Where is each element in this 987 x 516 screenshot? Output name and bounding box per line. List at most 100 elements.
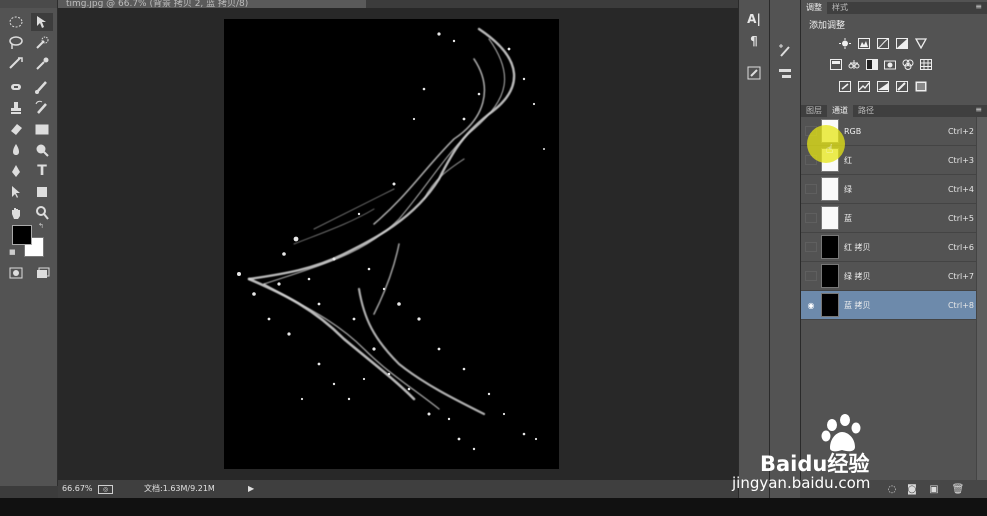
eyedropper-tool-icon[interactable] [31, 55, 53, 73]
splash-droplets [237, 32, 545, 451]
vibrance-icon[interactable] [915, 38, 927, 49]
document-tab[interactable]: timg.jpg @ 66.7% (背景 拷贝 2, 蓝 拷贝/8) [58, 0, 366, 8]
tool-presets-icon[interactable] [744, 63, 764, 83]
screen-mode-icon[interactable] [31, 264, 53, 282]
channel-shortcut: Ctrl+7 [947, 271, 974, 281]
move-tool-icon[interactable] [31, 13, 53, 31]
eraser-tool-icon[interactable] [5, 120, 27, 138]
channel-name: 绿 拷贝 [844, 271, 871, 281]
channel-mixer-icon[interactable] [902, 59, 914, 70]
baidu-watermark: Baidu经验 jingyan.baidu.com [732, 414, 985, 494]
hue-saturation-icon[interactable] [830, 59, 842, 70]
hand-tool-icon[interactable] [5, 204, 27, 222]
channels-menu-icon[interactable]: ≡ [975, 105, 982, 114]
levels-icon[interactable] [858, 38, 870, 49]
blur-tool-icon[interactable] [5, 141, 27, 159]
visibility-eye-icon[interactable] [805, 242, 817, 252]
add-adjustment-heading: 添加调整 [809, 21, 846, 31]
channel-name: RGB [844, 126, 862, 136]
channel-thumbnail [821, 177, 839, 201]
channel-name: 绿 [844, 184, 852, 194]
default-colors-icon[interactable]: ■ [9, 248, 16, 256]
swap-colors-icon[interactable]: ↰ [38, 222, 44, 230]
tools-panel: T ■ ↰ [0, 0, 58, 486]
channel-row[interactable]: ◉ 蓝 拷贝 Ctrl+8 [801, 291, 976, 320]
channel-thumbnail [821, 206, 839, 230]
tab-layers[interactable]: 图层 [801, 105, 827, 117]
pen-tool-icon[interactable] [5, 162, 27, 180]
brush-preset-icon[interactable] [775, 41, 795, 61]
path-select-tool-icon[interactable] [5, 183, 27, 201]
type-tool-icon[interactable]: T [31, 162, 53, 180]
visibility-eye-icon[interactable] [805, 271, 817, 281]
photo-filter-icon[interactable] [884, 59, 896, 70]
exposure-icon[interactable] [896, 38, 908, 49]
selective-color-icon[interactable] [915, 81, 927, 92]
gradient-map-icon[interactable] [896, 81, 908, 92]
channel-shortcut: Ctrl+8 [947, 300, 974, 310]
visibility-eye-icon[interactable]: ◉ [805, 300, 817, 310]
tab-styles[interactable]: 样式 [827, 2, 853, 14]
quick-mask-icon[interactable] [5, 264, 27, 282]
channel-row[interactable]: 蓝 Ctrl+5 [801, 204, 976, 233]
posterize-icon[interactable] [858, 81, 870, 92]
crop-tool-icon[interactable] [5, 55, 27, 73]
channel-name: 红 拷贝 [844, 242, 871, 252]
taskbar-strip [0, 498, 987, 516]
status-menu-arrow-icon[interactable]: ▶ [248, 480, 254, 498]
tab-channels[interactable]: 通道 [827, 105, 853, 117]
visibility-eye-icon[interactable] [805, 184, 817, 194]
watermark-url: jingyan.baidu.com [732, 474, 871, 492]
channel-shortcut: Ctrl+3 [947, 155, 974, 165]
channel-row[interactable]: 绿 Ctrl+4 [801, 175, 976, 204]
channel-shortcut: Ctrl+2 [947, 126, 974, 136]
channel-shortcut: Ctrl+4 [947, 184, 974, 194]
dodge-tool-icon[interactable] [31, 141, 53, 159]
invert-icon[interactable] [839, 81, 851, 92]
channel-row[interactable]: 红 拷贝 Ctrl+6 [801, 233, 976, 262]
color-balance-icon[interactable] [848, 59, 860, 70]
threshold-icon[interactable] [877, 81, 889, 92]
tab-paths[interactable]: 路径 [853, 105, 879, 117]
channel-name: 红 [844, 155, 852, 165]
clone-source-icon[interactable] [775, 63, 795, 83]
character-panel-icon[interactable]: A| [744, 9, 764, 29]
channel-row[interactable]: 绿 拷贝 Ctrl+7 [801, 262, 976, 291]
channel-shortcut: Ctrl+5 [947, 213, 974, 223]
hand-cursor-icon: ☝ [826, 142, 834, 156]
channel-name: 蓝 拷贝 [844, 300, 871, 310]
brightness-contrast-icon[interactable] [839, 38, 851, 49]
zoom-level[interactable]: 66.67% [62, 480, 93, 498]
water-splash-image [237, 27, 545, 451]
clone-stamp-tool-icon[interactable] [5, 99, 27, 117]
channel-thumbnail [821, 235, 839, 259]
healing-brush-tool-icon[interactable] [5, 78, 27, 96]
gradient-tool-icon[interactable] [31, 120, 53, 138]
toolbar-grip[interactable] [0, 0, 57, 8]
brush-tool-icon[interactable] [31, 78, 53, 96]
paragraph-panel-icon[interactable]: ¶ [744, 31, 764, 51]
channel-thumbnail [821, 293, 839, 317]
channel-thumbnail [821, 264, 839, 288]
channel-name: 蓝 [844, 213, 852, 223]
doc-size: 文档:1.63M/9.21M [144, 484, 215, 493]
foreground-color-swatch[interactable] [12, 225, 32, 245]
channels-tabbar: 图层 通道 路径 ≡ [801, 105, 987, 117]
zoom-tool-icon[interactable] [31, 204, 53, 222]
document-canvas[interactable] [224, 19, 559, 469]
tab-adjustments[interactable]: 调整 [801, 2, 827, 14]
visibility-eye-icon[interactable] [805, 213, 817, 223]
panel-menu-icon[interactable]: ≡ [975, 2, 982, 11]
status-toggle-icon[interactable]: ◎ [98, 485, 113, 494]
quick-select-tool-icon[interactable] [31, 34, 53, 52]
channel-shortcut: Ctrl+6 [947, 242, 974, 252]
adjustments-tabbar: 调整 样式 ≡ [801, 2, 987, 14]
color-lookup-icon[interactable] [920, 59, 932, 70]
lasso-tool-icon[interactable] [5, 34, 27, 52]
curves-icon[interactable] [877, 38, 889, 49]
history-brush-tool-icon[interactable] [31, 99, 53, 117]
black-white-icon[interactable] [866, 59, 878, 70]
marquee-tool-icon[interactable] [5, 13, 27, 31]
status-bar: 66.67% ◎ 文档:1.63M/9.21M ▶ [58, 480, 738, 498]
shape-tool-icon[interactable] [31, 183, 53, 201]
